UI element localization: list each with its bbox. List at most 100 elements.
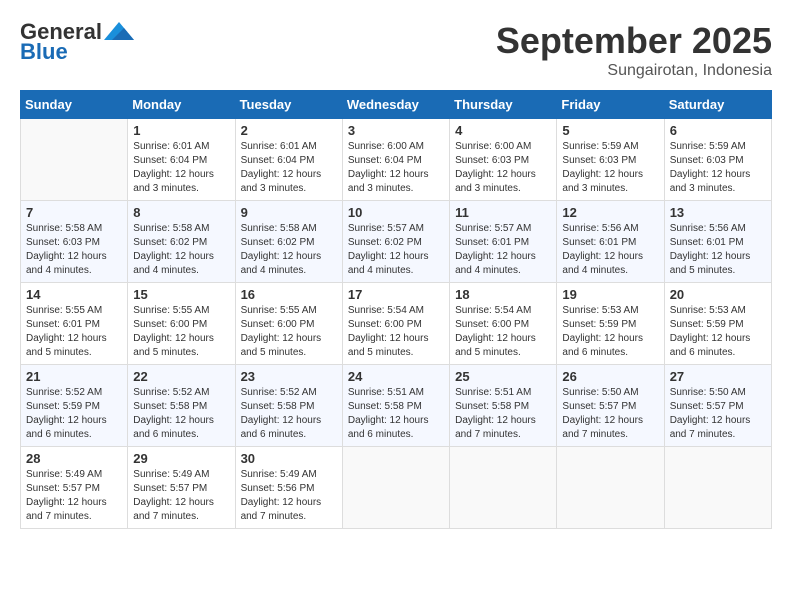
day-cell: 27 Sunrise: 5:50 AMSunset: 5:57 PMDayligh… — [664, 365, 771, 447]
day-info: Sunrise: 6:00 AMSunset: 6:04 PMDaylight:… — [348, 140, 444, 196]
day-cell — [557, 447, 664, 529]
day-number: 22 — [133, 369, 229, 384]
day-info: Sunrise: 5:52 AMSunset: 5:58 PMDaylight:… — [241, 386, 337, 442]
day-info: Sunrise: 5:52 AMSunset: 5:58 PMDaylight:… — [133, 386, 229, 442]
day-cell: 17 Sunrise: 5:54 AMSunset: 6:00 PMDayligh… — [342, 283, 449, 365]
calendar-header-row: SundayMondayTuesdayWednesdayThursdayFrid… — [21, 91, 772, 119]
day-cell: 26Sunrise: 5:50 AMSunset: 5:57 PMDayligh… — [557, 365, 664, 447]
day-number: 16 — [241, 287, 337, 302]
day-info: Sunrise: 5:49 AMSunset: 5:56 PMDaylight:… — [241, 468, 337, 524]
day-number: 21 — [26, 369, 122, 384]
day-number: 2 — [241, 123, 337, 138]
day-cell: 15 Sunrise: 5:55 AMSunset: 6:00 PMDayligh… — [128, 283, 235, 365]
day-cell: 6Sunrise: 5:59 AMSunset: 6:03 PMDaylight… — [664, 119, 771, 201]
day-number: 7 — [26, 205, 122, 220]
day-info: Sunrise: 5:51 AMSunset: 5:58 PMDaylight:… — [348, 386, 444, 442]
day-info: Sunrise: 5:50 AMSunset: 5:57 PMDaylight:… — [670, 386, 766, 442]
week-row-3: 14Sunrise: 5:55 AMSunset: 6:01 PMDayligh… — [21, 283, 772, 365]
day-info: Sunrise: 5:55 AMSunset: 6:00 PMDaylight:… — [241, 304, 337, 360]
header-sunday: Sunday — [21, 91, 128, 119]
day-info: Sunrise: 5:49 AMSunset: 5:57 PMDaylight:… — [133, 468, 229, 524]
day-info: Sunrise: 5:58 AMSunset: 6:02 PMDaylight:… — [241, 222, 337, 278]
day-number: 8 — [133, 205, 229, 220]
day-number: 30 — [241, 451, 337, 466]
day-info: Sunrise: 5:54 AMSunset: 6:00 PMDaylight:… — [348, 304, 444, 360]
day-number: 1 — [133, 123, 229, 138]
day-info: Sunrise: 5:56 AMSunset: 6:01 PMDaylight:… — [670, 222, 766, 278]
day-number: 18 — [455, 287, 551, 302]
day-cell: 18 Sunrise: 5:54 AMSunset: 6:00 PMDayligh… — [450, 283, 557, 365]
week-row-5: 28 Sunrise: 5:49 AMSunset: 5:57 PMDayligh… — [21, 447, 772, 529]
day-cell: 28 Sunrise: 5:49 AMSunset: 5:57 PMDayligh… — [21, 447, 128, 529]
day-number: 24 — [348, 369, 444, 384]
day-cell: 12 Sunrise: 5:56 AMSunset: 6:01 PMDayligh… — [557, 201, 664, 283]
day-info: Sunrise: 5:57 AMSunset: 6:01 PMDaylight:… — [455, 222, 551, 278]
day-number: 15 — [133, 287, 229, 302]
header-thursday: Thursday — [450, 91, 557, 119]
day-cell: 25Sunrise: 5:51 AMSunset: 5:58 PMDayligh… — [450, 365, 557, 447]
day-cell: 20Sunrise: 5:53 AMSunset: 5:59 PMDayligh… — [664, 283, 771, 365]
day-number: 4 — [455, 123, 551, 138]
day-info: Sunrise: 5:50 AMSunset: 5:57 PMDaylight:… — [562, 386, 658, 442]
day-info: Sunrise: 5:56 AMSunset: 6:01 PMDaylight:… — [562, 222, 658, 278]
header-tuesday: Tuesday — [235, 91, 342, 119]
day-info: Sunrise: 5:54 AMSunset: 6:00 PMDaylight:… — [455, 304, 551, 360]
day-info: Sunrise: 5:59 AMSunset: 6:03 PMDaylight:… — [562, 140, 658, 196]
day-info: Sunrise: 6:00 AMSunset: 6:03 PMDaylight:… — [455, 140, 551, 196]
day-cell: 5 Sunrise: 5:59 AMSunset: 6:03 PMDaylight… — [557, 119, 664, 201]
day-number: 27 — [670, 369, 766, 384]
day-cell — [450, 447, 557, 529]
day-cell — [21, 119, 128, 201]
day-cell: 16 Sunrise: 5:55 AMSunset: 6:00 PMDayligh… — [235, 283, 342, 365]
header-wednesday: Wednesday — [342, 91, 449, 119]
day-cell: 22 Sunrise: 5:52 AMSunset: 5:58 PMDayligh… — [128, 365, 235, 447]
day-cell: 9 Sunrise: 5:58 AMSunset: 6:02 PMDaylight… — [235, 201, 342, 283]
day-number: 12 — [562, 205, 658, 220]
day-cell: 21Sunrise: 5:52 AMSunset: 5:59 PMDayligh… — [21, 365, 128, 447]
day-cell: 30 Sunrise: 5:49 AMSunset: 5:56 PMDayligh… — [235, 447, 342, 529]
day-number: 13 — [670, 205, 766, 220]
day-cell: 23 Sunrise: 5:52 AMSunset: 5:58 PMDayligh… — [235, 365, 342, 447]
day-number: 28 — [26, 451, 122, 466]
day-info: Sunrise: 6:01 AMSunset: 6:04 PMDaylight:… — [241, 140, 337, 196]
day-info: Sunrise: 5:57 AMSunset: 6:02 PMDaylight:… — [348, 222, 444, 278]
day-cell: 2 Sunrise: 6:01 AMSunset: 6:04 PMDaylight… — [235, 119, 342, 201]
week-row-1: 1 Sunrise: 6:01 AMSunset: 6:04 PMDaylight… — [21, 119, 772, 201]
week-row-2: 7 Sunrise: 5:58 AMSunset: 6:03 PMDaylight… — [21, 201, 772, 283]
day-number: 25 — [455, 369, 551, 384]
day-info: Sunrise: 5:59 AMSunset: 6:03 PMDaylight:… — [670, 140, 766, 196]
header-saturday: Saturday — [664, 91, 771, 119]
logo: General Blue — [20, 20, 134, 64]
day-info: Sunrise: 5:49 AMSunset: 5:57 PMDaylight:… — [26, 468, 122, 524]
day-number: 9 — [241, 205, 337, 220]
day-info: Sunrise: 5:58 AMSunset: 6:03 PMDaylight:… — [26, 222, 122, 278]
day-cell: 3 Sunrise: 6:00 AMSunset: 6:04 PMDaylight… — [342, 119, 449, 201]
day-number: 23 — [241, 369, 337, 384]
day-number: 29 — [133, 451, 229, 466]
header-friday: Friday — [557, 91, 664, 119]
day-number: 3 — [348, 123, 444, 138]
day-number: 19 — [562, 287, 658, 302]
day-info: Sunrise: 5:55 AMSunset: 6:00 PMDaylight:… — [133, 304, 229, 360]
day-cell — [342, 447, 449, 529]
day-number: 11 — [455, 205, 551, 220]
day-number: 5 — [562, 123, 658, 138]
day-number: 14 — [26, 287, 122, 302]
day-number: 10 — [348, 205, 444, 220]
week-row-4: 21Sunrise: 5:52 AMSunset: 5:59 PMDayligh… — [21, 365, 772, 447]
day-info: Sunrise: 5:53 AMSunset: 5:59 PMDaylight:… — [670, 304, 766, 360]
logo-blue: Blue — [20, 40, 68, 64]
day-cell: 13 Sunrise: 5:56 AMSunset: 6:01 PMDayligh… — [664, 201, 771, 283]
day-number: 17 — [348, 287, 444, 302]
day-cell: 24 Sunrise: 5:51 AMSunset: 5:58 PMDayligh… — [342, 365, 449, 447]
day-cell: 19Sunrise: 5:53 AMSunset: 5:59 PMDayligh… — [557, 283, 664, 365]
day-cell: 4 Sunrise: 6:00 AMSunset: 6:03 PMDaylight… — [450, 119, 557, 201]
title-block: September 2025 Sungairotan, Indonesia — [496, 20, 772, 80]
day-cell: 8 Sunrise: 5:58 AMSunset: 6:02 PMDaylight… — [128, 201, 235, 283]
month-title: September 2025 — [496, 20, 772, 62]
location-subtitle: Sungairotan, Indonesia — [496, 62, 772, 80]
day-cell: 10 Sunrise: 5:57 AMSunset: 6:02 PMDayligh… — [342, 201, 449, 283]
day-info: Sunrise: 5:58 AMSunset: 6:02 PMDaylight:… — [133, 222, 229, 278]
day-cell: 14Sunrise: 5:55 AMSunset: 6:01 PMDayligh… — [21, 283, 128, 365]
day-info: Sunrise: 6:01 AMSunset: 6:04 PMDaylight:… — [133, 140, 229, 196]
